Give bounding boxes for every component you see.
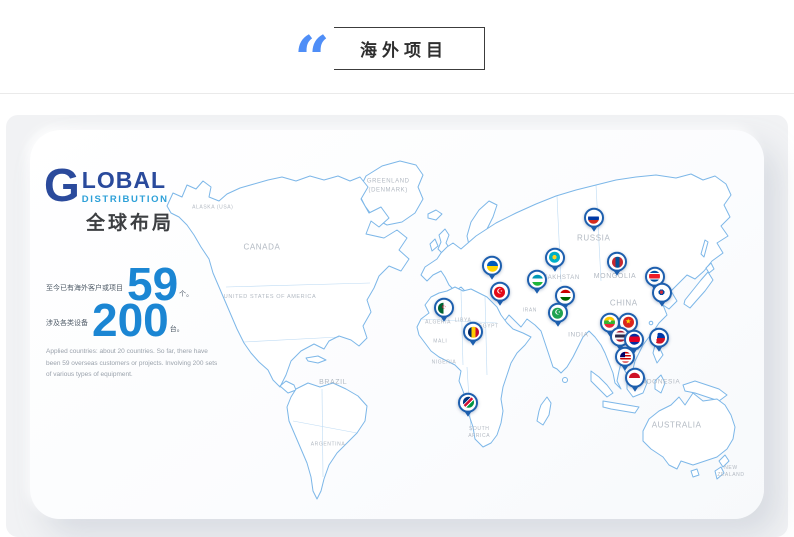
- flag-glyph: ☪: [497, 288, 503, 295]
- flag-russia-icon: [588, 212, 599, 223]
- stat-unit-projects: 个。: [179, 289, 193, 299]
- flag-glyph: ☪: [442, 305, 446, 310]
- stat-value-equipment: 200: [92, 302, 169, 340]
- logo-letter-g: G: [44, 166, 80, 204]
- section-title-box: “ 海外项目: [309, 27, 485, 70]
- marker-tail: [440, 316, 448, 326]
- marker-algeria: ☪: [434, 298, 454, 324]
- section-title: 海外项目: [346, 36, 448, 61]
- marker-ring: [482, 256, 502, 276]
- global-distribution-logo: G LOBAL DISTRIBUTION 全球布局: [44, 166, 174, 235]
- logo-text-distribution: DISTRIBUTION: [82, 194, 169, 205]
- marker-ring: [463, 322, 483, 342]
- marker-ring: [615, 347, 635, 367]
- stat-unit-equipment: 台。: [170, 324, 184, 334]
- flag-glyph: ★: [625, 319, 631, 326]
- flag-malaysia-icon: [620, 351, 631, 362]
- marker-turkey: ☪: [490, 282, 510, 308]
- marker-russia: [584, 208, 604, 234]
- logo-text-lobal: LOBAL: [82, 169, 169, 192]
- flag-indonesia-icon: [629, 372, 640, 383]
- marker-ring: [584, 208, 604, 228]
- marker-ring: [649, 328, 669, 348]
- marker-ring: [545, 248, 565, 268]
- marker-ring: ☪: [490, 282, 510, 302]
- marker-philippines: [649, 328, 669, 354]
- marker-ring: [527, 270, 547, 290]
- marker-tail: [551, 266, 559, 276]
- marker-south-korea: [652, 283, 672, 309]
- flag-tajikistan-icon: [560, 290, 571, 301]
- stat-label-projects: 至今已有海外客户或项目: [46, 283, 123, 293]
- marker-tail: [464, 411, 472, 421]
- flag-philippines-icon: [654, 332, 665, 343]
- marker-ring: [458, 393, 478, 413]
- marker-tail: [469, 340, 477, 350]
- marker-mongolia: [607, 252, 627, 278]
- stat-label-equipment: 涉及各类设备: [46, 318, 88, 328]
- flag-uzbekistan-icon: [532, 274, 543, 285]
- flag-ukraine-icon: [487, 260, 498, 271]
- marker-tail: [631, 386, 639, 396]
- flag-glyph: ☪: [555, 309, 561, 316]
- quote-icon: “: [290, 22, 334, 76]
- marker-tail: [655, 346, 663, 356]
- stat-row-equipment: 涉及各类设备 200 台。: [46, 302, 261, 340]
- marker-ukraine: [482, 256, 502, 282]
- stats-description-en: Applied countries: about 20 countries. S…: [46, 346, 224, 380]
- flag-chad-icon: [468, 326, 479, 337]
- marker-tail: [533, 288, 541, 298]
- map-card: GREENLAND (DENMARK)ALASKA (USA)CANADAUNI…: [30, 130, 764, 519]
- marker-indonesia: [625, 368, 645, 394]
- flag-turkey-icon: ☪: [494, 286, 505, 297]
- marker-ring: [652, 283, 672, 303]
- flag-mongolia-icon: [612, 256, 623, 267]
- page-header: “ 海外项目: [0, 0, 794, 94]
- marker-tail: [658, 301, 666, 311]
- stats-block: 至今已有海外客户或项目 59 个。 涉及各类设备 200 台。 Applied …: [46, 266, 261, 381]
- marker-tail: [590, 226, 598, 236]
- flag-north-korea-icon: [649, 271, 660, 282]
- marker-pakistan: ☪: [548, 303, 568, 329]
- flag-kazakhstan-icon: [549, 252, 560, 263]
- flag-glyph: ★: [608, 320, 612, 325]
- marker-tail: [613, 270, 621, 280]
- marker-ring: [607, 252, 627, 272]
- marker-tail: [554, 321, 562, 331]
- marker-chad: [463, 322, 483, 348]
- marker-kazakhstan: [545, 248, 565, 274]
- content-section: GREENLAND (DENMARK)ALASKA (USA)CANADAUNI…: [6, 115, 788, 537]
- marker-namibia: [458, 393, 478, 419]
- flag-namibia-icon: [463, 397, 474, 408]
- marker-tail: [496, 300, 504, 310]
- flag-cambodia-icon: [629, 334, 640, 345]
- marker-ring: ☪: [548, 303, 568, 323]
- marker-ring: ☪: [434, 298, 454, 318]
- marker-ring: [625, 368, 645, 388]
- flag-south-korea-icon: [656, 287, 667, 298]
- flag-algeria-icon: ☪: [438, 302, 449, 313]
- marker-uzbekistan: [527, 270, 547, 296]
- logo-text-chinese: 全球布局: [86, 208, 174, 235]
- flag-pakistan-icon: ☪: [552, 307, 563, 318]
